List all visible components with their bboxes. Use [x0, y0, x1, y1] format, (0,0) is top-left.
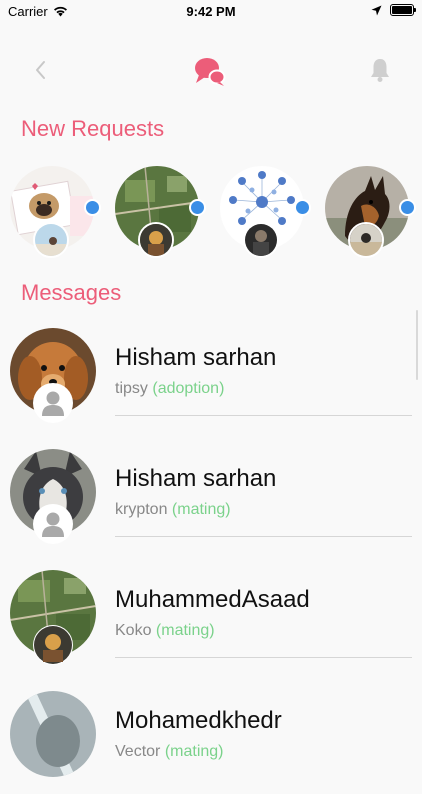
user-avatar: [33, 625, 73, 665]
request-item[interactable]: [10, 166, 101, 258]
chevron-left-icon[interactable]: [30, 58, 52, 82]
message-subtitle: Vector (mating): [115, 743, 224, 761]
chat-bubbles-icon[interactable]: [193, 56, 227, 88]
row-divider: [115, 415, 412, 416]
status-right: [371, 4, 416, 16]
pet-name: tipsy: [115, 380, 148, 397]
bell-icon[interactable]: [369, 57, 391, 83]
user-avatar: [33, 504, 73, 544]
requester-avatar: [243, 222, 279, 258]
status-bar: Carrier 9:42 PM: [0, 0, 422, 22]
request-item[interactable]: [115, 166, 206, 258]
new-requests-title: New Requests: [21, 116, 165, 141]
status-time: 9:42 PM: [186, 4, 236, 19]
message-sender-name: Hisham sarhan: [115, 344, 277, 371]
message-row[interactable]: Hisham sarhan tipsy (adoption): [0, 310, 422, 431]
requester-avatar: [33, 222, 69, 258]
request-item[interactable]: [220, 166, 311, 258]
message-subtitle: Koko (mating): [115, 622, 215, 640]
unread-dot: [189, 199, 206, 216]
row-divider: [115, 657, 412, 658]
messages-title: Messages: [21, 280, 122, 305]
nav-bar: [0, 50, 422, 90]
message-row[interactable]: Hisham sarhan krypton (mating): [0, 431, 422, 552]
pet-name: Koko: [115, 622, 152, 639]
requester-avatar: [138, 222, 174, 258]
request-type: (mating): [155, 622, 215, 639]
message-sender-name: Hisham sarhan: [115, 465, 277, 492]
requester-avatar: [348, 222, 384, 258]
message-sender-name: Mohamedkhedr: [115, 707, 282, 734]
unread-dot: [399, 199, 416, 216]
unread-dot: [84, 199, 101, 216]
request-type: (mating): [171, 501, 231, 518]
pet-name: krypton: [115, 501, 168, 518]
message-sender-name: MuhammedAsaad: [115, 586, 310, 613]
pet-name: Vector: [115, 743, 161, 760]
message-row[interactable]: MuhammedAsaad Koko (mating): [0, 552, 422, 673]
user-avatar: [33, 383, 73, 423]
row-divider: [115, 536, 412, 537]
message-row[interactable]: Mohamedkhedr Vector (mating): [0, 673, 422, 794]
request-type: (adoption): [152, 380, 225, 397]
request-type: (mating): [164, 743, 224, 760]
message-subtitle: tipsy (adoption): [115, 380, 224, 398]
location-arrow-icon: [371, 5, 382, 15]
message-pet-photo: [10, 691, 96, 777]
message-subtitle: krypton (mating): [115, 501, 231, 519]
requests-row: [10, 166, 422, 258]
battery-icon: [390, 4, 416, 16]
unread-dot: [294, 199, 311, 216]
request-item[interactable]: [325, 166, 416, 258]
